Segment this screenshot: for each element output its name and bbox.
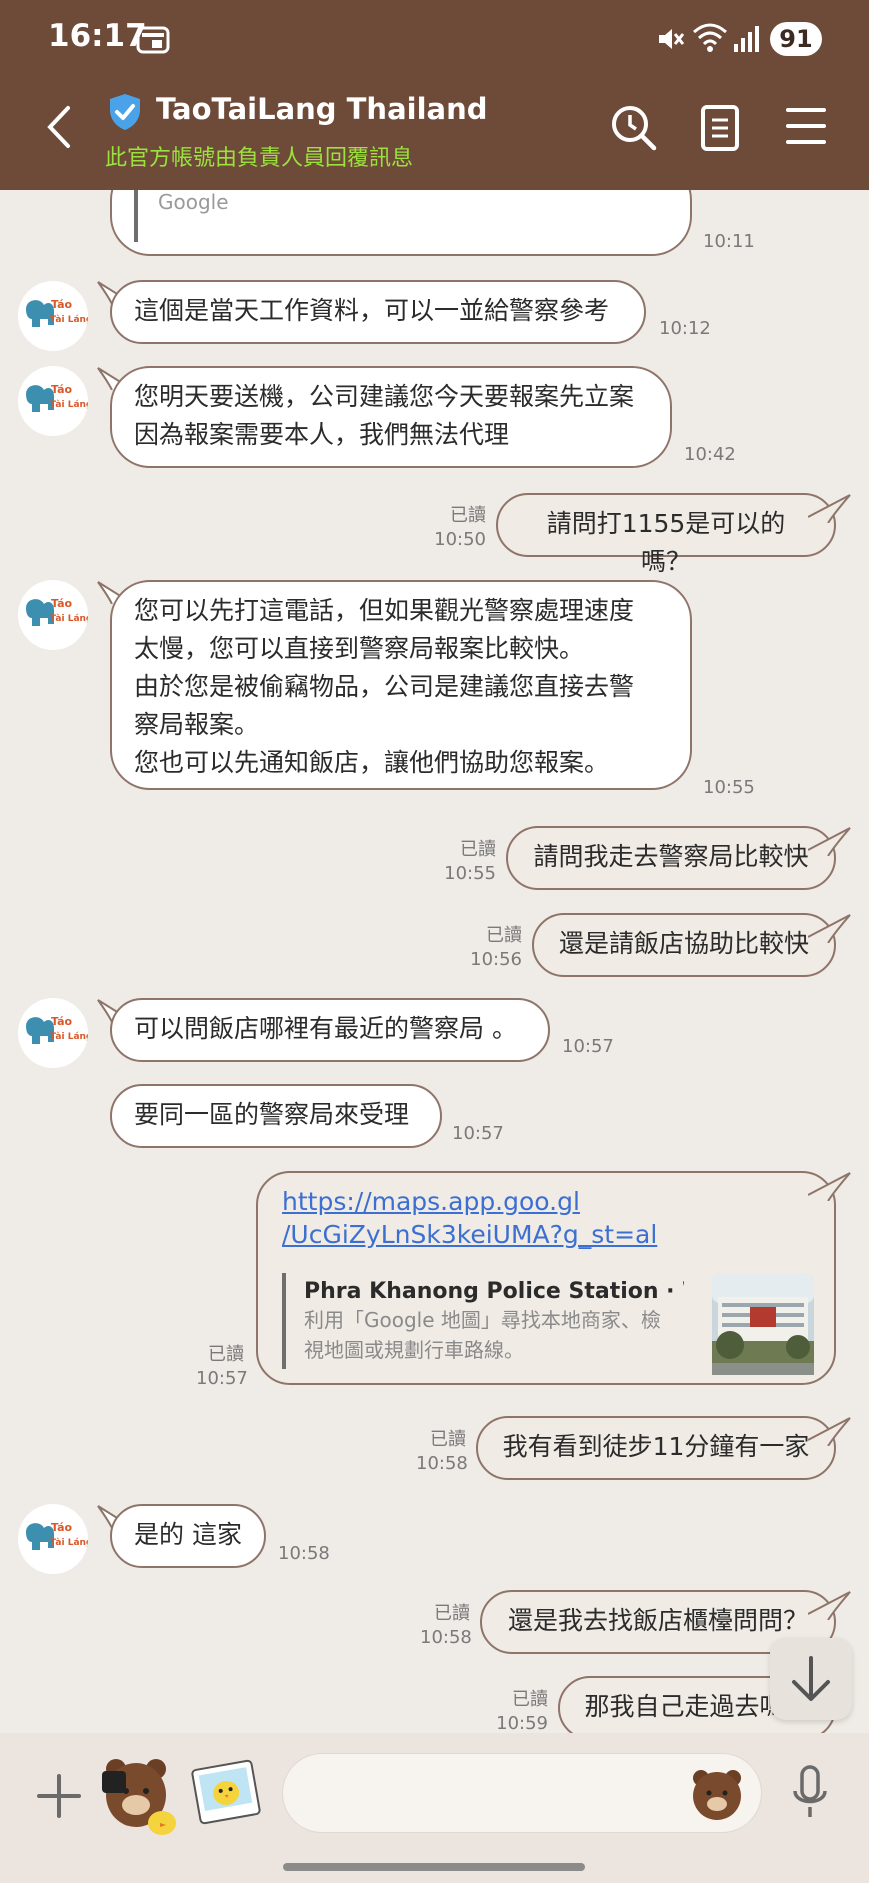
svg-text:Táo: Táo	[51, 383, 73, 396]
status-bar: 16:17 91	[0, 0, 869, 68]
read-receipt: 已讀 10:58	[416, 1428, 468, 1476]
message-time: 10:58	[420, 1627, 472, 1648]
incoming-message-bubble[interactable]: 您明天要送機，公司建議您今天要報案先立案 因為報案需要本人，我們無法代理	[110, 366, 672, 468]
read-receipt: 已讀 10:58	[420, 1602, 472, 1650]
outgoing-message-bubble[interactable]: 請問打1155是可以的嗎？	[496, 493, 836, 576]
gallery-notification-icon	[136, 26, 170, 54]
read-label: 已讀	[430, 1429, 466, 1450]
svg-text:Tài Láng: Tài Láng	[50, 315, 88, 325]
svg-text:Tài Láng: Tài Láng	[50, 1032, 88, 1042]
sender-avatar[interactable]: Táo Tài Láng	[18, 1504, 88, 1574]
elephant-logo-icon: Táo Tài Láng	[26, 1015, 88, 1044]
incoming-link-card-bubble[interactable]: Find out more about 巧克力村 by following th…	[110, 190, 692, 256]
message-time: 10:57	[196, 1368, 248, 1389]
mute-icon	[659, 29, 685, 49]
read-receipt: 已讀 10:57	[196, 1343, 248, 1391]
chat-title: TaoTaiLang Thailand	[156, 92, 488, 126]
message-time: 10:11	[703, 231, 755, 252]
message-time: 10:57	[562, 1036, 614, 1057]
sender-avatar[interactable]: Táo Tài Láng	[18, 281, 88, 351]
incoming-message-bubble[interactable]: 可以問飯店哪裡有最近的警察局 。	[110, 998, 550, 1062]
sender-avatar[interactable]: Táo Tài Láng	[18, 580, 88, 650]
arrow-down-icon	[792, 1656, 830, 1701]
incoming-message-bubble[interactable]: 是的 這家	[110, 1504, 266, 1568]
chat-header: TaoTaiLang Thailand 此官方帳號由負責人員回覆訊息	[0, 68, 869, 190]
notes-icon[interactable]	[700, 104, 740, 152]
chat-subtitle: 此官方帳號由負責人員回覆訊息	[105, 146, 414, 171]
wifi-icon	[693, 23, 727, 52]
sender-avatar[interactable]: Táo Tài Láng	[18, 998, 88, 1068]
svg-text:Táo: Táo	[51, 597, 73, 610]
outgoing-link-bubble[interactable]: https://maps.app.goo.gl /UcGiZyLnSk3keiU…	[256, 1171, 836, 1385]
message-time: 10:57	[452, 1123, 504, 1144]
elephant-logo-icon: Táo Tài Láng	[26, 1521, 88, 1550]
menu-icon[interactable]	[786, 104, 826, 148]
card-description: Find out more about 巧克力村 by following th…	[158, 190, 229, 214]
bubble-tail	[808, 827, 851, 856]
back-arrow-icon[interactable]	[38, 104, 84, 150]
read-receipt: 已讀 10:50	[430, 504, 486, 552]
read-label: 已讀	[486, 925, 522, 946]
message-time: 10:56	[470, 949, 522, 970]
microphone-icon[interactable]	[790, 1763, 830, 1823]
quote-bar	[282, 1273, 286, 1369]
sticker-bear-icon[interactable]	[98, 1751, 178, 1835]
read-label: 已讀	[434, 1603, 470, 1624]
incoming-message-bubble[interactable]: 您可以先打這電話，但如果觀光警察處理速度 太慢，您可以直接到警察局報案比較快。 …	[110, 580, 692, 790]
svg-text:Tài Láng: Tài Láng	[50, 400, 88, 410]
message-time: 10:55	[703, 777, 755, 798]
link-preview-description: 利用「Google 地圖」尋找本地商家、檢 視地圖或規劃行車路線。	[304, 1308, 661, 1362]
quote-bar	[134, 190, 138, 242]
outgoing-message-bubble[interactable]: 我有看到徒步11分鐘有一家	[476, 1416, 836, 1480]
message-time: 10:58	[278, 1543, 330, 1564]
svg-text:Táo: Táo	[51, 1521, 73, 1534]
status-time: 16:17	[48, 18, 147, 54]
composer-bar	[0, 1733, 869, 1883]
plus-icon[interactable]	[36, 1773, 82, 1819]
svg-text:Tài Láng: Tài Láng	[50, 614, 88, 624]
home-indicator[interactable]	[283, 1863, 585, 1871]
bubble-tail	[808, 494, 851, 523]
read-receipt: 已讀 10:56	[466, 924, 522, 972]
elephant-logo-icon: Táo Tài Láng	[26, 597, 88, 626]
svg-text:Táo: Táo	[51, 1015, 73, 1028]
message-time: 10:50	[434, 529, 486, 550]
bubble-tail	[808, 1417, 851, 1446]
message-time: 10:58	[416, 1453, 468, 1474]
read-receipt: 已讀 10:55	[440, 838, 496, 886]
scroll-to-bottom-button[interactable]	[770, 1638, 852, 1720]
bubble-tail	[808, 1591, 851, 1620]
signal-icon	[734, 26, 759, 52]
sticker-photo-icon[interactable]	[190, 1759, 262, 1825]
message-time: 10:42	[684, 444, 736, 465]
verified-shield-icon	[110, 94, 140, 130]
svg-text:Táo: Táo	[51, 298, 73, 311]
police-station-thumbnail-icon	[712, 1273, 814, 1375]
read-label: 已讀	[512, 1689, 548, 1710]
elephant-logo-icon: Táo Tài Láng	[26, 383, 88, 412]
read-label: 已讀	[208, 1344, 244, 1365]
sender-avatar[interactable]: Táo Tài Láng	[18, 366, 88, 436]
read-receipt: 已讀 10:59	[492, 1688, 548, 1733]
outgoing-message-bubble[interactable]: 請問我走去警察局比較快	[506, 826, 836, 890]
message-input[interactable]	[282, 1753, 762, 1833]
bubble-tail	[808, 914, 851, 943]
incoming-message-bubble[interactable]: 這個是當天工作資料，可以一並給警察參考	[110, 280, 646, 344]
message-time: 10:12	[659, 318, 711, 339]
message-time: 10:59	[496, 1713, 548, 1733]
svg-text:Tài Láng: Tài Láng	[50, 1538, 88, 1548]
emoji-bear-icon[interactable]	[689, 1766, 745, 1822]
battery-indicator: 91	[770, 22, 822, 56]
read-label: 已讀	[460, 839, 496, 860]
incoming-message-bubble[interactable]: 要同一區的警察局來受理	[110, 1084, 442, 1148]
map-link[interactable]: https://maps.app.goo.gl /UcGiZyLnSk3keiU…	[282, 1185, 657, 1251]
outgoing-message-bubble[interactable]: 還是請飯店協助比較快	[532, 913, 836, 977]
elephant-logo-icon: Táo Tài Láng	[26, 298, 88, 327]
history-search-icon[interactable]	[610, 104, 658, 152]
read-label: 已讀	[450, 505, 486, 526]
message-time: 10:55	[444, 863, 496, 884]
message-list[interactable]: Find out more about 巧克力村 by following th…	[0, 190, 869, 1733]
bubble-tail	[808, 1172, 851, 1201]
